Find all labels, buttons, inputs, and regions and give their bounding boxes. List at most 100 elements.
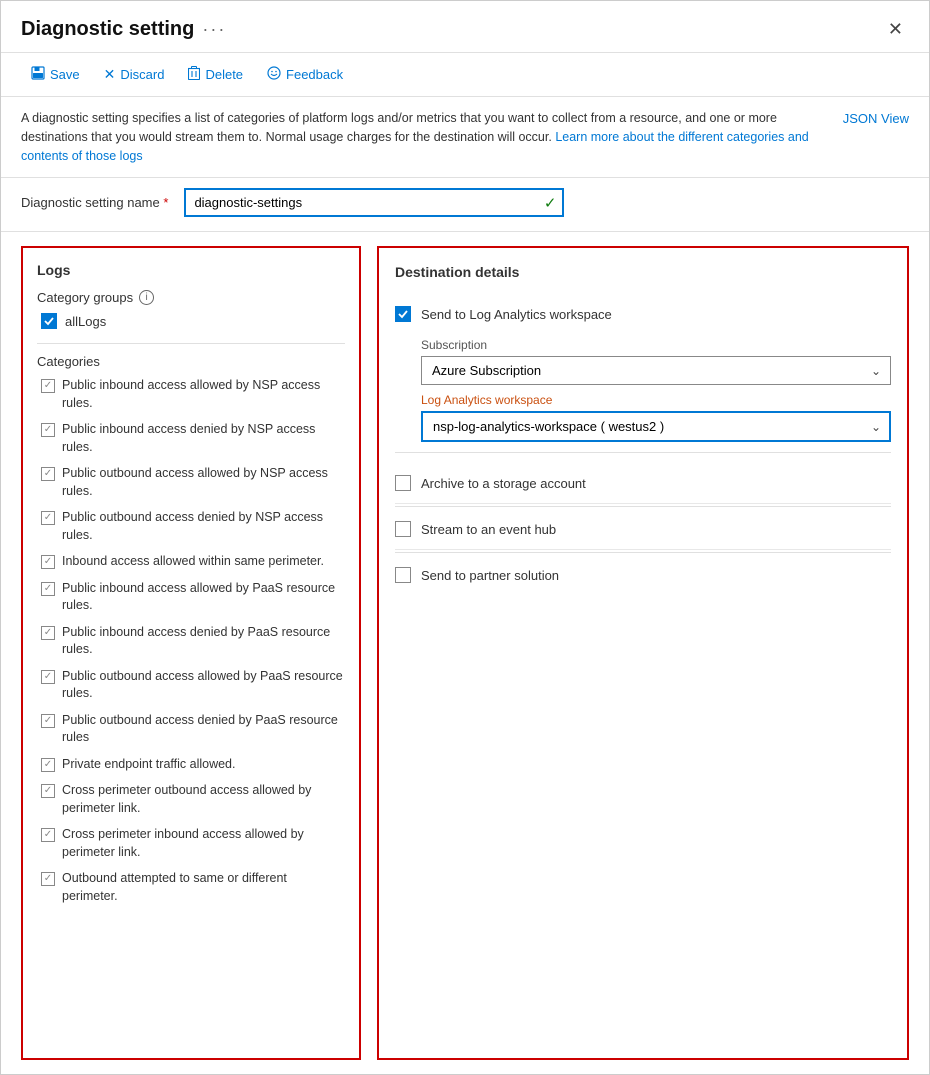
list-item: ✓ Cross perimeter inbound access allowed… [41,826,345,861]
required-indicator: * [163,195,168,210]
list-item: ✓ Public inbound access denied by PaaS r… [41,624,345,659]
diagnostic-setting-dialog: Diagnostic setting ··· ✕ Save ✕ Discard [0,0,930,1075]
discard-icon: ✕ [104,66,116,83]
category-groups-label: Category groups [37,290,133,305]
list-item: ✓ Public inbound access allowed by NSP a… [41,377,345,412]
category-checkbox-11[interactable]: ✓ [41,828,55,842]
setting-name-input-wrap: ✓ [184,188,564,217]
category-checkbox-0[interactable]: ✓ [41,379,55,393]
info-bar-text: A diagnostic setting specifies a list of… [21,109,823,165]
info-bar: A diagnostic setting specifies a list of… [1,97,929,178]
alllogs-label: allLogs [65,314,106,329]
subscription-select[interactable]: Azure Subscription [421,356,891,385]
alllogs-checkbox[interactable] [41,313,57,329]
storage-checkbox[interactable] [395,475,411,491]
input-valid-icon: ✓ [544,194,557,212]
feedback-button[interactable]: Feedback [257,61,353,88]
subscription-label: Subscription [421,338,891,352]
category-checkbox-10[interactable]: ✓ [41,784,55,798]
list-item: ✓ Cross perimeter outbound access allowe… [41,782,345,817]
category-label-10: Cross perimeter outbound access allowed … [62,782,345,817]
destination-title: Destination details [395,264,891,280]
category-checkbox-4[interactable]: ✓ [41,555,55,569]
destination-option-partner: Send to partner solution [395,555,891,595]
list-item: ✓ Public outbound access denied by NSP a… [41,509,345,544]
list-item: ✓ Public inbound access denied by NSP ac… [41,421,345,456]
categories-section: Categories ✓ Public inbound access allow… [37,354,345,905]
category-checkbox-12[interactable]: ✓ [41,872,55,886]
list-item: ✓ Public outbound access allowed by PaaS… [41,668,345,703]
partner-label: Send to partner solution [421,568,559,583]
category-label-0: Public inbound access allowed by NSP acc… [62,377,345,412]
destination-option-event-hub: Stream to an event hub [395,509,891,550]
logs-panel: Logs Category groups i allLogs Categorie… [21,246,361,1060]
title-bar-left: Diagnostic setting ··· [21,18,226,41]
setting-name-input[interactable] [184,188,564,217]
log-analytics-sub-form: Subscription Azure Subscription ⌄ Log An… [395,338,891,442]
list-item: ✓ Public inbound access allowed by PaaS … [41,580,345,615]
workspace-select[interactable]: nsp-log-analytics-workspace ( westus2 ) [421,411,891,442]
workspace-select-wrap: nsp-log-analytics-workspace ( westus2 ) … [421,411,891,442]
workspace-label: Log Analytics workspace [421,393,891,407]
destination-panel: Destination details Send to Log Analytic… [377,246,909,1060]
log-analytics-row: Send to Log Analytics workspace [395,294,891,328]
category-label-4: Inbound access allowed within same perim… [62,553,324,571]
log-analytics-label: Send to Log Analytics workspace [421,307,612,322]
category-label-5: Public inbound access allowed by PaaS re… [62,580,345,615]
category-checkbox-2[interactable]: ✓ [41,467,55,481]
feedback-label: Feedback [286,67,343,82]
title-more-icon[interactable]: ··· [202,19,226,40]
alllogs-item: allLogs [41,313,345,329]
category-checkbox-3[interactable]: ✓ [41,511,55,525]
feedback-icon [267,66,281,83]
close-button[interactable]: ✕ [882,17,909,42]
delete-label: Delete [205,67,243,82]
category-label-11: Cross perimeter inbound access allowed b… [62,826,345,861]
discard-label: Discard [120,67,164,82]
category-label-1: Public inbound access denied by NSP acce… [62,421,345,456]
storage-label: Archive to a storage account [421,476,586,491]
category-label-7: Public outbound access allowed by PaaS r… [62,668,345,703]
save-button[interactable]: Save [21,61,90,88]
discard-button[interactable]: ✕ Discard [94,61,175,88]
category-checkbox-7[interactable]: ✓ [41,670,55,684]
category-groups-section: Category groups i [37,290,345,305]
event-hub-label: Stream to an event hub [421,522,556,537]
category-checkbox-9[interactable]: ✓ [41,758,55,772]
log-analytics-checkbox[interactable] [395,306,411,322]
category-checkbox-6[interactable]: ✓ [41,626,55,640]
dialog-title: Diagnostic setting [21,18,194,41]
delete-icon [188,66,200,83]
destination-option-log-analytics: Send to Log Analytics workspace Subscrip… [395,294,891,442]
json-view-link[interactable]: JSON View [843,109,909,129]
save-icon [31,66,45,83]
list-item: ✓ Public outbound access denied by PaaS … [41,712,345,747]
categories-label: Categories [37,354,345,369]
title-bar: Diagnostic setting ··· ✕ [1,1,929,53]
list-item: ✓ Private endpoint traffic allowed. [41,756,345,774]
category-checkbox-8[interactable]: ✓ [41,714,55,728]
list-item: ✓ Outbound attempted to same or differen… [41,870,345,905]
list-item: ✓ Public outbound access allowed by NSP … [41,465,345,500]
subscription-select-wrap: Azure Subscription ⌄ [421,356,891,385]
category-label-12: Outbound attempted to same or different … [62,870,345,905]
save-label: Save [50,67,80,82]
logs-title: Logs [37,262,345,278]
setting-name-label: Diagnostic setting name * [21,195,168,210]
setting-name-row: Diagnostic setting name * ✓ [1,178,929,232]
info-icon[interactable]: i [139,290,154,305]
main-content: Logs Category groups i allLogs Categorie… [1,232,929,1074]
category-label-3: Public outbound access denied by NSP acc… [62,509,345,544]
category-label-8: Public outbound access denied by PaaS re… [62,712,345,747]
category-label-6: Public inbound access denied by PaaS res… [62,624,345,659]
category-label-9: Private endpoint traffic allowed. [62,756,235,774]
delete-button[interactable]: Delete [178,61,253,88]
category-checkbox-1[interactable]: ✓ [41,423,55,437]
toolbar: Save ✕ Discard Delete [1,53,929,97]
event-hub-checkbox[interactable] [395,521,411,537]
partner-checkbox[interactable] [395,567,411,583]
list-item: ✓ Inbound access allowed within same per… [41,553,345,571]
category-checkbox-5[interactable]: ✓ [41,582,55,596]
destination-option-storage: Archive to a storage account [395,463,891,504]
category-label-2: Public outbound access allowed by NSP ac… [62,465,345,500]
